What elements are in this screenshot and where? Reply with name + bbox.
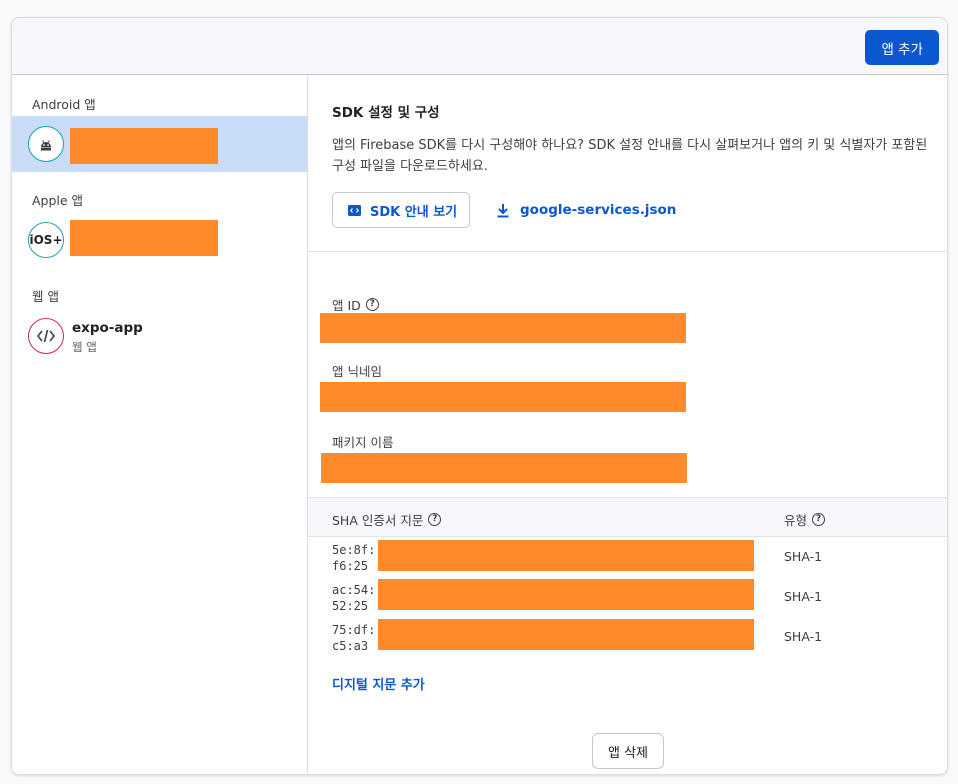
sha-type-header-text: 유형 xyxy=(784,513,808,528)
sha-fingerprint-header: SHA 인증서 지문 ? xyxy=(332,510,442,529)
web-group-label: 웹 앱 xyxy=(32,289,59,304)
sdk-section-title: SDK 설정 및 구성 xyxy=(332,105,440,121)
help-icon[interactable]: ? xyxy=(812,513,826,526)
android-app-item[interactable] xyxy=(12,116,307,172)
ios-icon: iOS+ xyxy=(28,222,64,258)
ios-app-item[interactable]: iOS+ xyxy=(12,212,307,268)
sha-fingerprint-redacted xyxy=(378,579,754,610)
app-details-panel: SDK 설정 및 구성 앱의 Firebase SDK를 다시 구성해야 하나요… xyxy=(308,75,947,774)
top-bar: 앱 추가 xyxy=(12,18,947,75)
code-icon xyxy=(28,318,64,354)
sha-fingerprint-redacted xyxy=(378,540,754,571)
apple-group-label: Apple 앱 xyxy=(32,193,84,208)
download-config-label: google-services.json xyxy=(520,202,677,218)
android-group-label: Android 앱 xyxy=(32,97,96,112)
delete-app-button[interactable]: 앱 삭제 xyxy=(592,733,664,769)
app-id-label-text: 앱 ID xyxy=(332,298,361,313)
sha-fingerprint-suffix: 52:25 xyxy=(332,599,369,613)
app-id-label: 앱 ID ? xyxy=(332,295,379,314)
sha-table-header: SHA 인증서 지문 ? 유형 ? xyxy=(308,497,947,537)
sdk-section-description: 앱의 Firebase SDK를 다시 구성해야 하나요? SDK 설정 안내를… xyxy=(332,138,928,174)
sha-fingerprint-prefix: ac:54: xyxy=(332,583,376,597)
help-icon[interactable]: ? xyxy=(365,298,379,311)
nickname-value-redacted[interactable] xyxy=(320,382,686,412)
sha-fingerprint-suffix: f6:25 xyxy=(332,559,369,573)
sha-fingerprint-prefix: 5e:8f: xyxy=(332,543,376,557)
section-divider xyxy=(308,251,947,252)
help-icon[interactable]: ? xyxy=(428,513,442,526)
sha-type-header: 유형 ? xyxy=(784,510,826,529)
package-name-value-redacted xyxy=(321,453,687,483)
ios-app-name-redacted xyxy=(70,220,218,256)
sdk-guide-label: SDK 안내 보기 xyxy=(370,204,458,220)
sha-type-value: SHA-1 xyxy=(784,629,823,644)
code-box-icon xyxy=(348,204,361,216)
app-id-value-redacted xyxy=(320,313,686,343)
web-app-item[interactable]: expo-app 웹 앱 xyxy=(12,308,307,364)
android-icon xyxy=(28,126,64,162)
android-app-name-redacted xyxy=(70,128,218,164)
sha-type-value: SHA-1 xyxy=(784,589,823,604)
sha-fingerprint-prefix: 75:df: xyxy=(332,623,376,637)
app-settings-card: 앱 추가 Android 앱 Apple 앱 iOS+ 웹 앱 expo-app… xyxy=(11,17,948,775)
app-list-sidebar: Android 앱 Apple 앱 iOS+ 웹 앱 expo-app 웹 앱 xyxy=(12,75,308,774)
sdk-guide-button[interactable]: SDK 안내 보기 xyxy=(332,192,470,228)
nickname-label: 앱 닉네임 xyxy=(332,364,382,379)
sha-type-value: SHA-1 xyxy=(784,549,823,564)
add-app-button[interactable]: 앱 추가 xyxy=(865,30,939,65)
web-app-type: 웹 앱 xyxy=(72,340,97,354)
sha-fingerprint-redacted xyxy=(378,619,754,650)
web-app-name: expo-app xyxy=(72,320,143,336)
download-icon xyxy=(497,203,509,217)
package-name-label: 패키지 이름 xyxy=(332,435,394,450)
sha-fingerprint-header-text: SHA 인증서 지문 xyxy=(332,513,424,528)
sha-fingerprint-suffix: c5:a3 xyxy=(332,639,369,653)
add-fingerprint-link[interactable]: 디지털 지문 추가 xyxy=(332,674,425,693)
download-config-link[interactable]: google-services.json xyxy=(496,192,676,228)
